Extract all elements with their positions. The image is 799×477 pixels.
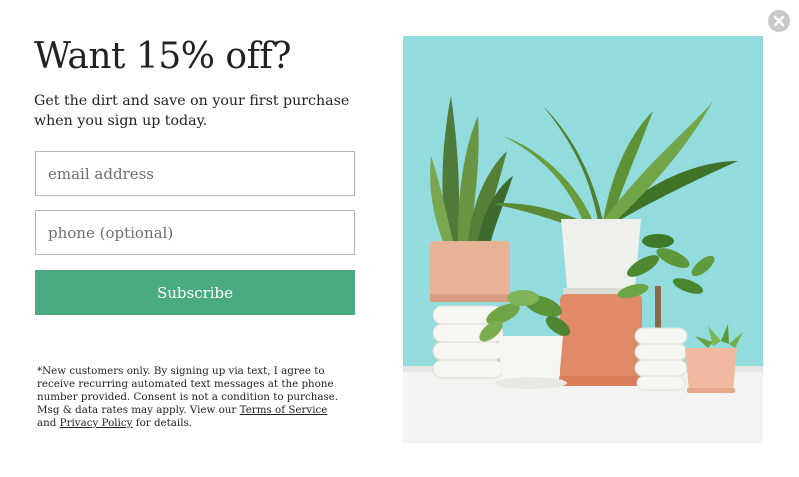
privacy-policy-link[interactable]: Privacy Policy — [60, 417, 133, 429]
popup-subheading: Get the dirt and save on your first purc… — [34, 93, 350, 129]
potted-plants-illustration — [403, 36, 763, 443]
disclaimer-text: *New customers only. By signing up via t… — [37, 365, 347, 430]
subscribe-button[interactable]: Subscribe — [35, 270, 355, 315]
disclaimer-end: for details. — [132, 417, 193, 429]
close-icon — [773, 15, 785, 27]
close-button[interactable] — [768, 10, 790, 32]
signup-popup: Want 15% off? Get the dirt and save on y… — [0, 0, 799, 477]
plants-photo — [403, 36, 763, 443]
popup-heading: Want 15% off? — [34, 36, 292, 77]
phone-input[interactable] — [35, 210, 355, 255]
email-input[interactable] — [35, 151, 355, 196]
terms-of-service-link[interactable]: Terms of Service — [240, 404, 328, 416]
disclaimer-and: and — [37, 417, 60, 429]
